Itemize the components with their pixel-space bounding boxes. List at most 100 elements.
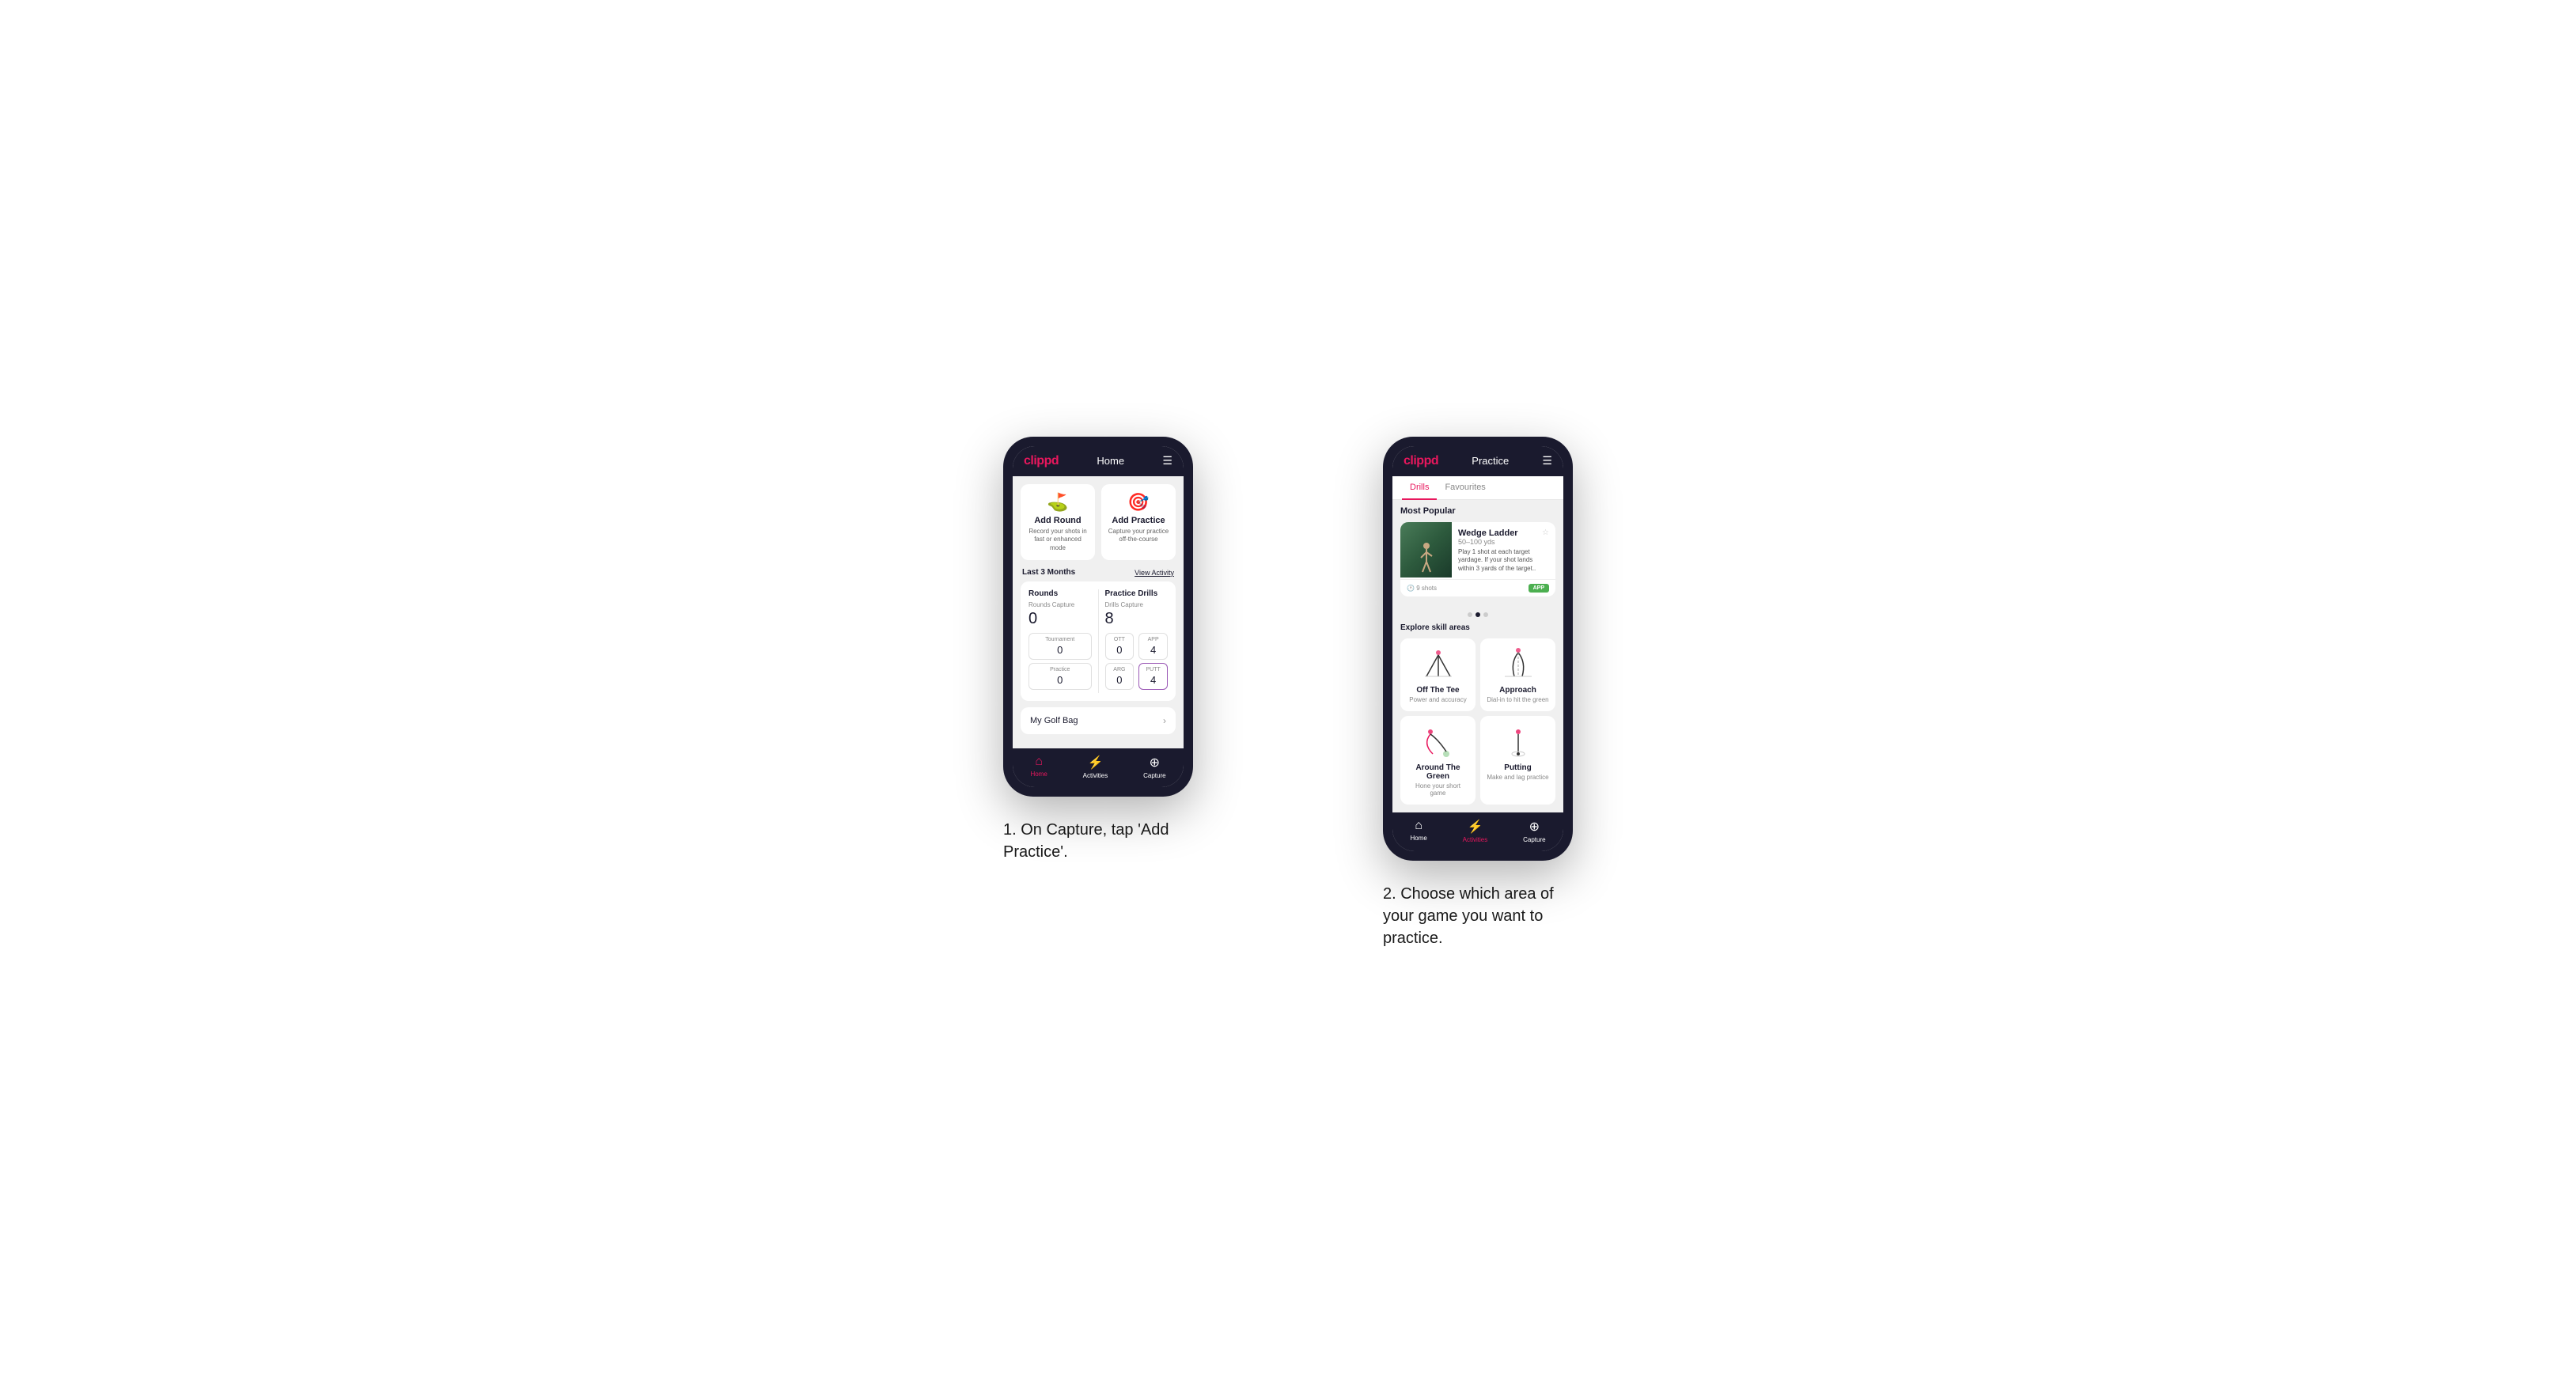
featured-title: Wedge Ladder xyxy=(1458,528,1549,538)
caption-2: 2. Choose which area of your game you wa… xyxy=(1383,883,1573,949)
stats-two-col: Rounds Rounds Capture 0 Tournament 0 xyxy=(1029,589,1168,693)
putting-diagram xyxy=(1498,724,1538,759)
phone-screen-1: clippd Home ☰ ⛳ Add Round Record your sh… xyxy=(1013,446,1184,787)
add-practice-title: Add Practice xyxy=(1112,516,1165,525)
practice-content: Most Popular ☆ xyxy=(1392,500,1563,812)
skill-app-name: Approach xyxy=(1499,686,1536,695)
golf-bag-label: My Golf Bag xyxy=(1030,716,1078,725)
home-nav-icon: ⌂ xyxy=(1035,755,1043,769)
phone-section-1: clippd Home ☰ ⛳ Add Round Record your sh… xyxy=(932,437,1264,863)
golf-bag-row[interactable]: My Golf Bag › xyxy=(1021,707,1176,734)
chevron-right-icon: › xyxy=(1163,715,1166,726)
app-logo-2: clippd xyxy=(1404,454,1438,468)
skill-approach[interactable]: Approach Dial-in to hit the green xyxy=(1480,638,1555,711)
featured-image xyxy=(1400,522,1452,578)
phone-shell-1: clippd Home ☰ ⛳ Add Round Record your sh… xyxy=(1003,437,1193,797)
explore-title: Explore skill areas xyxy=(1392,623,1563,632)
view-activity-link[interactable]: View Activity xyxy=(1135,569,1174,577)
drills-captures-label: Drills Capture xyxy=(1105,601,1169,608)
skill-off-the-tee[interactable]: Off The Tee Power and accuracy xyxy=(1400,638,1476,711)
bottom-nav-2: ⌂ Home ⚡ Activities ⊕ Capture xyxy=(1392,812,1563,851)
activities-nav-label-2: Activities xyxy=(1463,836,1488,843)
putt-label: PUTT xyxy=(1142,667,1164,672)
most-popular-title: Most Popular xyxy=(1400,506,1555,516)
nav-capture-1[interactable]: ⊕ Capture xyxy=(1143,755,1165,779)
hamburger-icon-1[interactable]: ☰ xyxy=(1162,454,1172,468)
app-header-1: clippd Home ☰ xyxy=(1013,446,1184,476)
skill-around-green[interactable]: Around The Green Hone your short game xyxy=(1400,716,1476,805)
capture-nav-label: Capture xyxy=(1143,772,1165,779)
arg-box: ARG 0 xyxy=(1105,663,1135,690)
skill-putt-name: Putting xyxy=(1504,763,1531,772)
skill-app-desc: Dial-in to hit the green xyxy=(1487,696,1548,703)
practice-drills-title: Practice Drills xyxy=(1105,589,1169,598)
nav-home-2[interactable]: ⌂ Home xyxy=(1410,819,1426,843)
skill-putting[interactable]: Putting Make and lag practice xyxy=(1480,716,1555,805)
app-label: APP xyxy=(1142,637,1164,642)
ott-value: 0 xyxy=(1109,644,1131,656)
most-popular-section: Most Popular ☆ xyxy=(1392,500,1563,609)
add-practice-card[interactable]: 🎯 Add Practice Capture your practice off… xyxy=(1101,484,1176,560)
ott-box: OTT 0 xyxy=(1105,633,1135,660)
tab-favourites[interactable]: Favourites xyxy=(1437,476,1493,500)
app-header-title-1: Home xyxy=(1097,455,1124,467)
putt-value: 4 xyxy=(1142,674,1164,686)
capture-nav-label-2: Capture xyxy=(1523,836,1545,843)
practice-stat-row: Practice 0 xyxy=(1029,663,1092,690)
rounds-stat-row: Tournament 0 xyxy=(1029,633,1092,660)
featured-card-inner: Wedge Ladder 50–100 yds Play 1 shot at e… xyxy=(1400,522,1555,579)
skill-grid: Off The Tee Power and accuracy xyxy=(1392,638,1563,812)
app-logo-1: clippd xyxy=(1024,454,1059,468)
skill-ott-name: Off The Tee xyxy=(1416,686,1459,695)
off-the-tee-diagram xyxy=(1419,646,1458,682)
add-round-card[interactable]: ⛳ Add Round Record your shots in fast or… xyxy=(1021,484,1095,560)
capture-nav-icon: ⊕ xyxy=(1150,755,1160,771)
star-icon: ☆ xyxy=(1542,528,1549,537)
arg-label: ARG xyxy=(1109,667,1131,672)
phone-shell-2: clippd Practice ☰ Drills Favourites Most… xyxy=(1383,437,1573,861)
stats-header: Last 3 Months View Activity xyxy=(1021,568,1176,577)
featured-footer: 🕐 9 shots APP xyxy=(1400,579,1555,596)
activities-nav-label: Activities xyxy=(1083,772,1108,779)
approach-diagram xyxy=(1498,646,1538,682)
arg-value: 0 xyxy=(1109,674,1131,686)
practice-tabs: Drills Favourites xyxy=(1392,476,1563,500)
app-value: 4 xyxy=(1142,644,1164,656)
nav-activities-1[interactable]: ⚡ Activities xyxy=(1083,755,1108,779)
featured-desc: Play 1 shot at each target yardage. If y… xyxy=(1458,548,1549,573)
nav-activities-2[interactable]: ⚡ Activities xyxy=(1463,819,1488,843)
nav-home-1[interactable]: ⌂ Home xyxy=(1030,755,1047,779)
rounds-title: Rounds xyxy=(1029,589,1092,598)
tournament-box: Tournament 0 xyxy=(1029,633,1092,660)
featured-subtitle: 50–100 yds xyxy=(1458,538,1549,546)
add-round-icon: ⛳ xyxy=(1047,492,1068,513)
home-nav-icon-2: ⌂ xyxy=(1415,819,1422,833)
tournament-value: 0 xyxy=(1032,644,1088,656)
putt-box: PUTT 4 xyxy=(1138,663,1168,690)
phone-section-2: clippd Practice ☰ Drills Favourites Most… xyxy=(1312,437,1644,949)
skill-arg-name: Around The Green xyxy=(1407,763,1469,781)
add-practice-icon: 🎯 xyxy=(1127,492,1149,513)
dots-row xyxy=(1392,609,1563,623)
shots-count: 🕐 9 shots xyxy=(1407,585,1437,592)
app-header-title-2: Practice xyxy=(1472,455,1509,467)
home-content: ⛳ Add Round Record your shots in fast or… xyxy=(1013,476,1184,748)
drills-captures-value: 8 xyxy=(1105,610,1169,628)
tab-drills[interactable]: Drills xyxy=(1402,476,1437,500)
golfer-svg xyxy=(1415,542,1438,574)
add-round-title: Add Round xyxy=(1034,516,1081,525)
clock-icon: 🕐 xyxy=(1407,585,1415,592)
around-green-diagram xyxy=(1419,724,1458,759)
add-practice-desc: Capture your practice off-the-course xyxy=(1108,528,1169,544)
ott-label: OTT xyxy=(1109,637,1131,642)
featured-info: Wedge Ladder 50–100 yds Play 1 shot at e… xyxy=(1452,522,1555,579)
dot-1 xyxy=(1468,612,1472,617)
hamburger-icon-2[interactable]: ☰ xyxy=(1542,454,1552,468)
nav-capture-2[interactable]: ⊕ Capture xyxy=(1523,819,1545,843)
featured-card[interactable]: ☆ xyxy=(1400,522,1555,596)
shots-count-text: 9 shots xyxy=(1416,585,1437,592)
practice-drills-group: Practice Drills Drills Capture 8 OTT 0 xyxy=(1105,589,1169,693)
caption-1: 1. On Capture, tap 'Add Practice'. xyxy=(1003,819,1193,863)
rounds-group: Rounds Rounds Capture 0 Tournament 0 xyxy=(1029,589,1092,693)
add-round-desc: Record your shots in fast or enhanced mo… xyxy=(1027,528,1089,552)
